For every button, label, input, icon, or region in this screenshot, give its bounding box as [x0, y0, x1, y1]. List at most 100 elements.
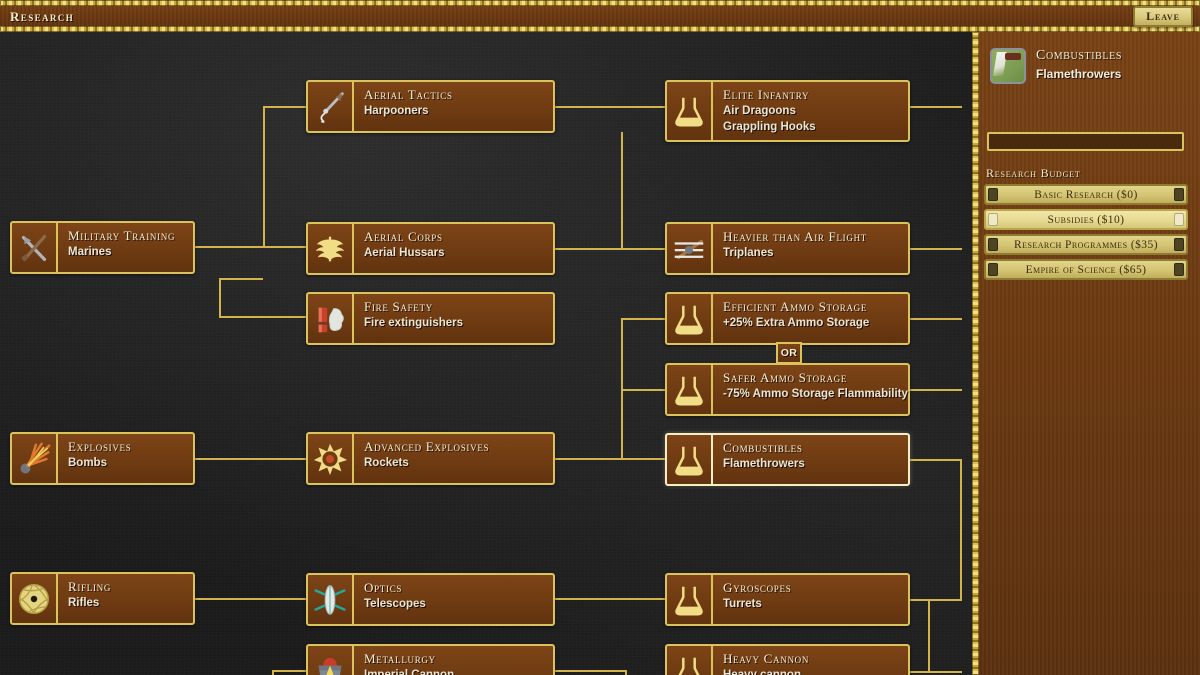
tech-connector [910, 248, 962, 250]
tech-connector [621, 318, 623, 458]
tech-node-title: Optics [364, 580, 403, 595]
tech-node-title: Gyroscopes [723, 580, 792, 595]
tech-node-body: Explosives Bombs [58, 434, 193, 483]
tech-connector [555, 458, 665, 460]
tech-node-combustibles[interactable]: Combustibles Flamethrowers [665, 433, 910, 486]
braid-divider-bottom [0, 26, 1200, 32]
tech-node-effect: +25% Extra Ammo Storage [723, 316, 870, 329]
tech-node-safer-ammo-storage[interactable]: Safer Ammo Storage -75% Ammo Storage Flam… [665, 363, 910, 416]
tech-node-rifling[interactable]: Rifling Rifles [10, 572, 195, 625]
tech-node-effect: Imperial Cannon [364, 668, 455, 675]
or-junction: OR [776, 342, 802, 364]
research-screen: Aerial Tactics Harpooners Elite Infantry A… [0, 0, 1200, 675]
tech-node-effect: Triplanes [723, 246, 774, 259]
tech-connector [263, 106, 306, 108]
flask-icon [667, 365, 713, 414]
tech-connector [910, 459, 962, 461]
tech-node-effect: Harpooners [364, 104, 429, 117]
flask-icon [667, 575, 713, 624]
tech-node-title: Aerial Tactics [364, 87, 453, 102]
aperture-icon [12, 574, 58, 623]
panel-braid-divider [972, 32, 979, 675]
page-title: Research [10, 9, 75, 24]
tech-node-heavier-than-air-flight[interactable]: Heavier than Air Flight Triplanes [665, 222, 910, 275]
budget-nub-right [1174, 188, 1184, 201]
tech-node-body: Combustibles Flamethrowers [713, 435, 908, 484]
tech-node-effect: Grappling Hooks [723, 120, 816, 133]
triplane-icon [667, 224, 713, 273]
tech-connector [263, 246, 306, 248]
crucible-icon [308, 646, 354, 675]
budget-option-label: Research Programmes ($35) [1014, 238, 1158, 251]
tech-node-body: Advanced Explosives Rockets [354, 434, 553, 483]
tech-connector [621, 318, 665, 320]
tech-node-body: Elite Infantry Air Dragoons Grappling Hook… [713, 82, 908, 140]
tech-node-advanced-explosives[interactable]: Advanced Explosives Rockets [306, 432, 555, 485]
tech-connector [195, 598, 306, 600]
tech-node-title: Fire Safety [364, 299, 433, 314]
tech-connector [555, 598, 665, 600]
tech-connector [910, 106, 962, 108]
tech-node-title: Combustibles [723, 440, 803, 455]
tech-node-body: Military Training Marines [58, 223, 193, 272]
tech-connector [910, 599, 962, 601]
tech-node-title: Elite Infantry [723, 87, 810, 102]
tech-node-body: Fire Safety Fire extinguishers [354, 294, 553, 343]
tech-connector [219, 316, 306, 318]
tech-node-effect: Flamethrowers [723, 457, 805, 470]
tech-node-military-training[interactable]: Military Training Marines [10, 221, 195, 274]
tech-node-aerial-tactics[interactable]: Aerial Tactics Harpooners [306, 80, 555, 133]
tech-node-effect: Turrets [723, 597, 762, 610]
tech-node-body: Aerial Tactics Harpooners [354, 82, 553, 131]
budget-nub-left [988, 188, 998, 201]
tech-node-effect: Rifles [68, 596, 100, 609]
tech-node-fire-safety[interactable]: Fire Safety Fire extinguishers [306, 292, 555, 345]
budget-nub-right [1174, 213, 1184, 226]
tech-node-explosives[interactable]: Explosives Bombs [10, 432, 195, 485]
starburst-icon [308, 434, 354, 483]
tech-node-effect: Marines [68, 245, 112, 258]
braid-divider-top [0, 0, 1200, 6]
selected-tech-header: Combustibles Flamethrowers [990, 48, 1122, 84]
research-tree-canvas[interactable]: Aerial Tactics Harpooners Elite Infantry A… [0, 32, 972, 675]
tech-node-title: Heavy Cannon [723, 651, 810, 666]
flask-icon [667, 646, 713, 675]
tech-node-aerial-corps[interactable]: Aerial Corps Aerial Hussars [306, 222, 555, 275]
tech-node-optics[interactable]: Optics Telescopes [306, 573, 555, 626]
tech-connector [195, 458, 306, 460]
tech-node-metallurgy[interactable]: MetallurgyImperial CannonMedium Steel Ar… [306, 644, 555, 675]
tech-connector [219, 278, 221, 318]
leave-button[interactable]: Leave [1133, 6, 1193, 27]
tech-connector [621, 389, 665, 391]
budget-option-label: Basic Research ($0) [1034, 188, 1138, 201]
selected-tech-subtitle: Flamethrowers [1036, 67, 1122, 81]
tech-node-body: Safer Ammo Storage -75% Ammo Storage Flam… [713, 365, 908, 414]
tech-node-effect: -75% Ammo Storage Flammability [723, 387, 908, 400]
tech-node-body: Aerial Corps Aerial Hussars [354, 224, 553, 273]
budget-option-row[interactable]: Research Programmes ($35) [984, 234, 1188, 255]
budget-option-row[interactable]: Subsidies ($10) [984, 209, 1188, 230]
tech-node-body: Heavy Cannon Heavy cannon [713, 646, 908, 675]
lens-icon [308, 575, 354, 624]
tech-connector [625, 670, 627, 675]
tech-connector [621, 132, 623, 248]
tech-connector [555, 248, 665, 250]
budget-option-row[interactable]: Basic Research ($0) [984, 184, 1188, 205]
budget-option-label: Empire of Science ($65) [1025, 263, 1147, 276]
tech-node-gyroscopes[interactable]: Gyroscopes Turrets [665, 573, 910, 626]
flask-icon [667, 294, 713, 343]
tech-node-body: Gyroscopes Turrets [713, 575, 908, 624]
tech-connector [910, 389, 962, 391]
budget-option-row[interactable]: Empire of Science ($65) [984, 259, 1188, 280]
tech-node-efficient-ammo-storage[interactable]: Efficient Ammo Storage +25% Extra Ammo St… [665, 292, 910, 345]
tech-node-body: Heavier than Air Flight Triplanes [713, 224, 908, 273]
tech-node-effect: Bombs [68, 456, 107, 469]
tech-node-elite-infantry[interactable]: Elite Infantry Air Dragoons Grappling Hook… [665, 80, 910, 142]
tech-node-heavy-cannon[interactable]: Heavy Cannon Heavy cannon [665, 644, 910, 675]
tech-node-body: Optics Telescopes [354, 575, 553, 624]
tech-node-title: Metallurgy [364, 651, 436, 666]
tech-node-title: Military Training [68, 228, 176, 243]
research-budget-label: Research Budget [986, 166, 1081, 180]
tech-node-body: Efficient Ammo Storage +25% Extra Ammo St… [713, 294, 908, 343]
wings-icon [308, 224, 354, 273]
